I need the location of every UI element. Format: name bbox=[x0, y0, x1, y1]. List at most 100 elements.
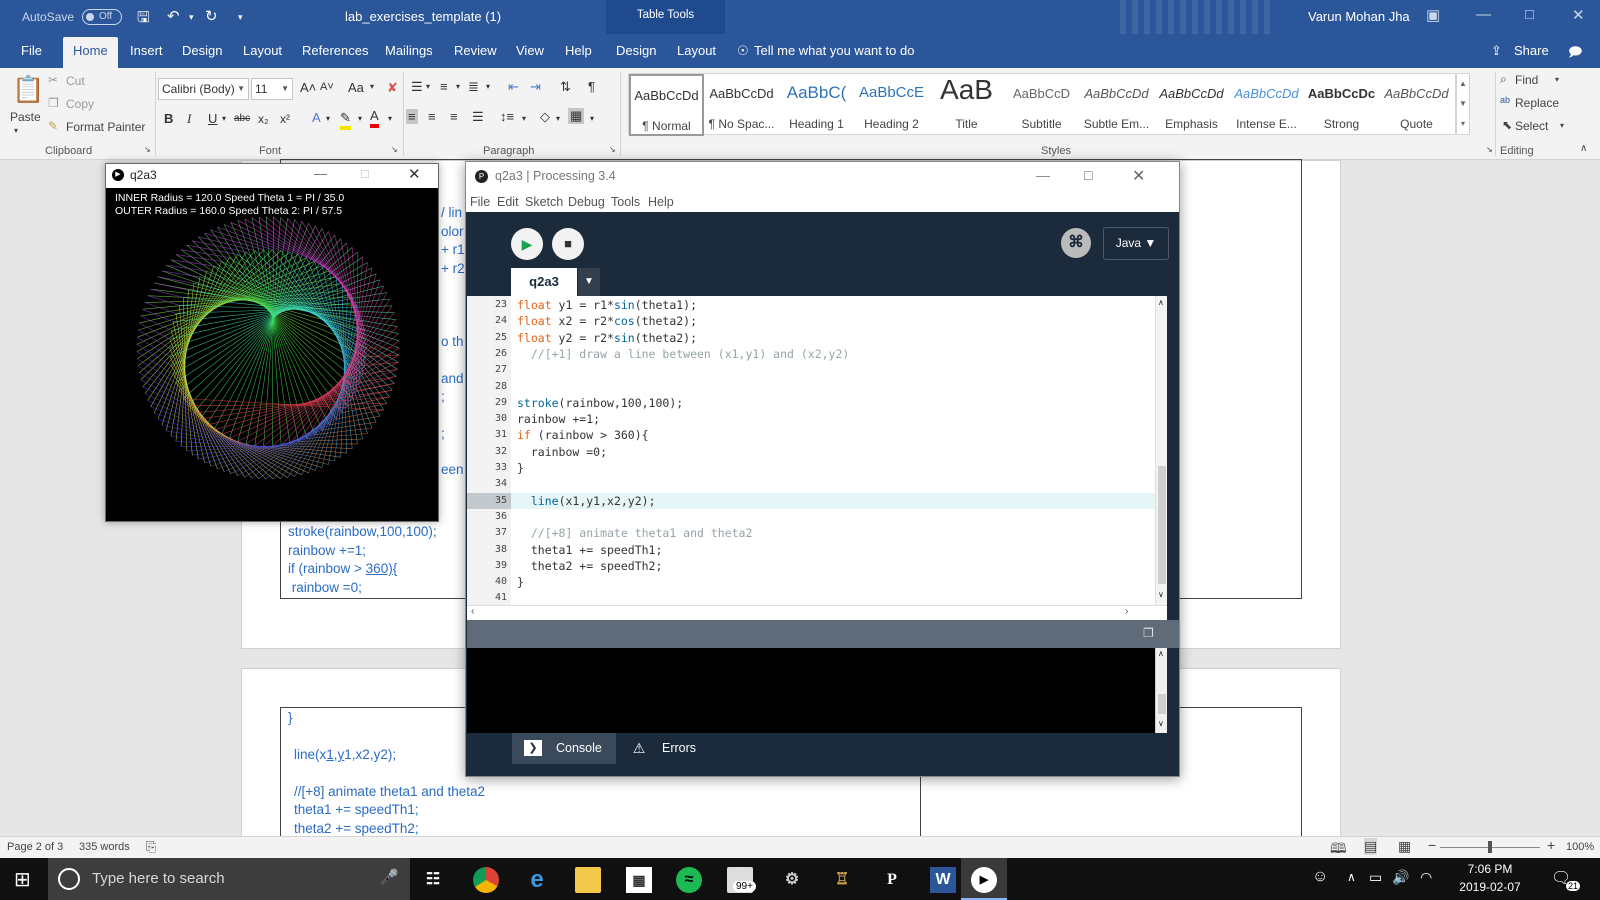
code-line[interactable]: 24 float x2 = r2*cos(theta2); bbox=[467, 313, 1155, 330]
select-icon[interactable]: ⬉ bbox=[1502, 118, 1512, 132]
maximize-icon[interactable]: □ bbox=[1084, 167, 1092, 183]
console-scroll[interactable]: ∧ ∨ bbox=[1155, 648, 1167, 733]
code-line[interactable]: 36 bbox=[467, 509, 1155, 526]
comments-icon[interactable]: 🗩 bbox=[1568, 43, 1582, 65]
font-name-combo[interactable]: Calibri (Body) ▼ bbox=[158, 78, 249, 100]
tab-insert[interactable]: Insert bbox=[130, 43, 163, 58]
replace-icon[interactable]: ab bbox=[1500, 95, 1510, 105]
paragraph-launcher-icon[interactable]: ↘ bbox=[609, 145, 616, 154]
file-explorer-icon[interactable] bbox=[575, 867, 601, 893]
collapse-ribbon-icon[interactable]: ∧ bbox=[1580, 143, 1587, 154]
chevron-down-icon[interactable]: ▾ bbox=[590, 114, 594, 123]
console-output[interactable]: ∧ ∨ bbox=[467, 648, 1167, 733]
code-line[interactable]: 33} bbox=[467, 460, 1155, 477]
task-view-icon[interactable]: ☷ bbox=[420, 867, 446, 893]
font-launcher-icon[interactable]: ↘ bbox=[391, 145, 398, 154]
volume-icon[interactable]: 🔊 bbox=[1392, 869, 1409, 886]
multilevel-list-icon[interactable]: ≣ bbox=[468, 79, 479, 95]
processing-ide-window[interactable]: P q2a3 | Processing 3.4 — □ ✕ File Edit … bbox=[465, 161, 1180, 777]
editor-scroll-thumb[interactable] bbox=[1158, 466, 1166, 584]
tab-home[interactable]: Home bbox=[63, 37, 118, 68]
minimize-icon[interactable]: — bbox=[314, 166, 327, 181]
style-emphasis[interactable]: AaBbCcDd Emphasis bbox=[1154, 74, 1229, 136]
word-icon[interactable]: W bbox=[930, 867, 956, 893]
run-button[interactable]: ▶ bbox=[511, 228, 543, 260]
chevron-down-icon[interactable]: ▾ bbox=[426, 82, 430, 91]
processing-icon[interactable]: P bbox=[879, 867, 905, 893]
chevron-down-icon[interactable]: ▾ bbox=[486, 82, 490, 91]
code-editor[interactable]: 23 float y1 = r1*sin(theta1); 24 float x2 =… bbox=[467, 296, 1167, 605]
code-line[interactable]: 31 if (rainbow > 360){ bbox=[467, 427, 1155, 444]
chevron-down-icon[interactable]: ∨ bbox=[1158, 719, 1164, 728]
people-icon[interactable]: ☺ bbox=[1312, 868, 1328, 886]
code-line[interactable]: 34 bbox=[467, 476, 1155, 493]
autosave-toggle[interactable]: Off bbox=[82, 9, 122, 25]
close-icon[interactable]: ✕ bbox=[408, 165, 421, 183]
code-line[interactable]: 39 theta2 += speedTh2; bbox=[467, 558, 1155, 575]
sketch-window[interactable]: ▶ q2a3 — □ ✕ INNER Radius = 120.0 Speed … bbox=[105, 163, 439, 522]
paste-dropdown-icon[interactable]: ▾ bbox=[14, 126, 18, 135]
underline-button[interactable]: U bbox=[208, 111, 217, 126]
settings-icon[interactable]: ⚙ bbox=[779, 867, 805, 893]
start-icon[interactable]: ⊞ bbox=[14, 867, 31, 892]
menu-debug[interactable]: Debug bbox=[568, 195, 605, 209]
cortana-icon[interactable] bbox=[58, 868, 80, 890]
close-icon[interactable]: ✕ bbox=[1572, 6, 1585, 24]
microphone-icon[interactable]: 🎤 bbox=[380, 868, 399, 886]
bold-button[interactable]: B bbox=[164, 111, 173, 126]
code-line[interactable]: 30 rainbow +=1; bbox=[467, 411, 1155, 428]
copy-console-icon[interactable]: ❐ bbox=[1143, 626, 1154, 640]
format-painter-icon[interactable]: ✎ bbox=[48, 119, 58, 133]
chevron-down-icon[interactable]: ▾ bbox=[456, 82, 460, 91]
style-title[interactable]: AaB Title bbox=[929, 74, 1004, 136]
styles-scroll[interactable]: ▲ ▼ ▾ bbox=[1456, 73, 1470, 135]
find-button[interactable]: Find bbox=[1515, 73, 1538, 87]
style-quote[interactable]: AaBbCcDd Quote bbox=[1379, 74, 1454, 136]
justify-icon[interactable]: ☰ bbox=[472, 109, 484, 125]
style-intense-emphasis[interactable]: AaBbCcDd Intense E... bbox=[1229, 74, 1304, 136]
page-count[interactable]: Page 2 of 3 bbox=[7, 841, 63, 853]
stop-button[interactable]: ■ bbox=[552, 228, 584, 260]
search-placeholder[interactable]: Type here to search bbox=[92, 870, 225, 887]
chevron-up-icon[interactable]: ∧ bbox=[1158, 298, 1164, 307]
undo-icon[interactable]: ↶ bbox=[167, 7, 180, 25]
font-color-icon[interactable]: A bbox=[370, 108, 379, 128]
find-icon[interactable]: ⌕ bbox=[1500, 72, 1507, 87]
console-scroll-thumb[interactable] bbox=[1158, 694, 1166, 714]
menu-sketch[interactable]: Sketch bbox=[525, 195, 563, 209]
chevron-down-icon[interactable]: ▾ bbox=[556, 114, 560, 123]
tab-references[interactable]: References bbox=[302, 43, 368, 58]
spotify-icon[interactable]: ≈ bbox=[676, 867, 702, 893]
shading-icon[interactable]: ◇ bbox=[540, 109, 550, 125]
borders-icon[interactable]: ▦ bbox=[568, 108, 585, 124]
zoom-in-icon[interactable]: + bbox=[1547, 837, 1555, 853]
league-icon[interactable]: ♖ bbox=[829, 867, 855, 893]
cut-button[interactable]: Cut bbox=[66, 74, 85, 88]
style-normal[interactable]: AaBbCcDd ¶ Normal bbox=[629, 74, 704, 136]
change-case-button[interactable]: Aa bbox=[348, 80, 364, 95]
ide-titlebar[interactable]: P q2a3 | Processing 3.4 — □ ✕ bbox=[466, 162, 1179, 192]
code-line[interactable]: 27 bbox=[467, 362, 1155, 379]
undo-dropdown-icon[interactable]: ▾ bbox=[189, 12, 194, 23]
save-icon[interactable]: 🖫 bbox=[137, 7, 150, 32]
media-icon[interactable]: ▶ bbox=[971, 867, 997, 893]
subscript-button[interactable]: x₂ bbox=[258, 112, 269, 126]
increase-indent-icon[interactable]: ⇥ bbox=[530, 79, 541, 95]
menu-file[interactable]: File bbox=[470, 195, 490, 209]
chevron-down-icon[interactable]: ▾ bbox=[1555, 75, 1559, 84]
code-line[interactable]: 32 rainbow =0; bbox=[467, 444, 1155, 461]
copy-button[interactable]: Copy bbox=[66, 97, 94, 111]
italic-button[interactable]: I bbox=[187, 111, 191, 127]
chevron-down-icon[interactable]: ▾ bbox=[370, 82, 374, 91]
tab-layout[interactable]: Layout bbox=[243, 43, 282, 58]
close-icon[interactable]: ✕ bbox=[1132, 166, 1145, 186]
replace-button[interactable]: Replace bbox=[1515, 96, 1559, 110]
code-line[interactable]: 35 line(x1,y1,x2,y2); bbox=[467, 492, 1155, 510]
code-line[interactable]: 25 float y2 = r2*sin(theta2); bbox=[467, 330, 1155, 347]
mode-selector[interactable]: Java ▼ bbox=[1103, 227, 1169, 260]
chevron-down-icon[interactable]: ▾ bbox=[522, 114, 526, 123]
chevron-down-icon[interactable]: ▾ bbox=[358, 114, 362, 123]
code-line[interactable]: 41 bbox=[467, 590, 1155, 605]
tab-table-design[interactable]: Design bbox=[616, 43, 656, 58]
superscript-button[interactable]: x² bbox=[280, 112, 290, 126]
